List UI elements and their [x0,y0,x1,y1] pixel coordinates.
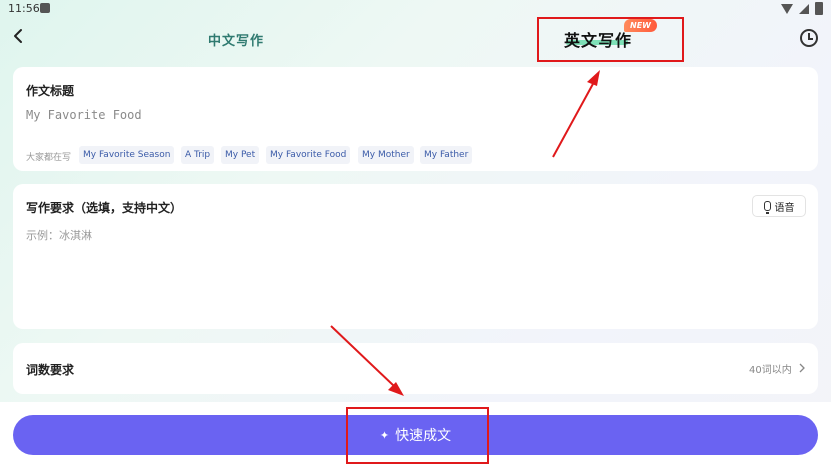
annotation-box-submit [346,407,489,464]
annotation-arrows [330,70,600,396]
